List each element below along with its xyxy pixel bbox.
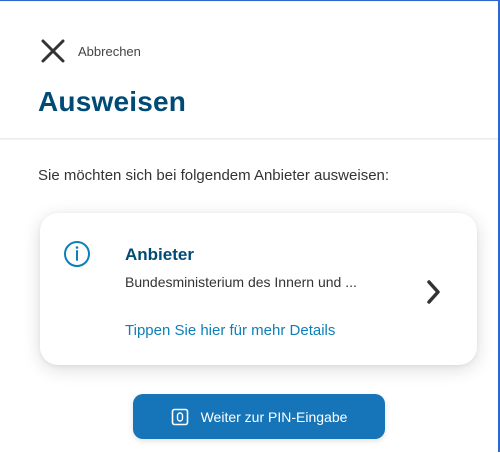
pin-entry-icon [171, 408, 188, 425]
main-content: Sie möchten sich bei folgendem Anbieter … [0, 140, 498, 453]
app-window: Abbrechen Ausweisen Sie möchten sich bei… [0, 0, 500, 453]
intro-text: Sie möchten sich bei folgendem Anbieter … [38, 167, 390, 184]
cancel-button[interactable]: Abbrechen [38, 36, 141, 66]
chevron-right-icon [427, 280, 440, 304]
provider-details-link[interactable]: Tippen Sie hier für mehr Details [125, 322, 335, 339]
provider-card[interactable]: Anbieter Bundesministerium des Innern un… [40, 213, 477, 365]
info-icon [64, 241, 90, 267]
provider-name: Bundesministerium des Innern und ... [125, 274, 357, 290]
continue-button-label: Weiter zur PIN-Eingabe [200, 408, 348, 425]
provider-card-heading: Anbieter [125, 245, 194, 264]
cancel-label: Abbrechen [78, 43, 141, 59]
close-icon [41, 39, 65, 63]
page-title: Ausweisen [38, 86, 187, 117]
continue-to-pin-button[interactable]: Weiter zur PIN-Eingabe [133, 394, 385, 439]
header: Abbrechen Ausweisen [0, 2, 498, 139]
